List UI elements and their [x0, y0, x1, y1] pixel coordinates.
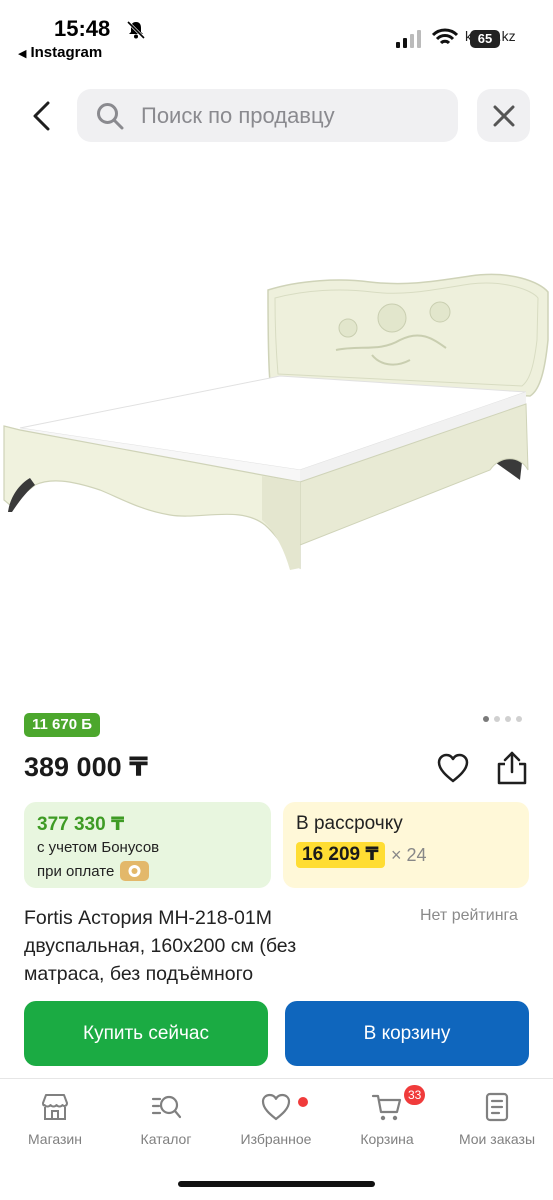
back-to-app-link[interactable]: ◀ Instagram	[18, 44, 102, 61]
back-button[interactable]	[22, 94, 62, 138]
catalog-search-icon	[151, 1095, 182, 1119]
search-icon	[97, 102, 124, 129]
cart-count-badge: 33	[404, 1085, 426, 1105]
close-icon	[493, 105, 514, 126]
nav-label: Магазин	[27, 1131, 82, 1147]
product-image-bed[interactable]	[0, 270, 553, 590]
wifi-icon	[432, 28, 458, 45]
gallery-dot[interactable]	[505, 716, 511, 722]
close-button[interactable]	[477, 89, 530, 142]
signal-icon	[396, 30, 421, 48]
bonus-caption-line2: при оплате	[37, 861, 150, 881]
cart-icon	[371, 1094, 402, 1121]
nav-item-orders[interactable]: Мои заказы	[447, 1091, 547, 1147]
product-rating[interactable]: Нет рейтинга	[420, 907, 518, 925]
bonus-caption-line1: с учетом Бонусов	[37, 839, 160, 856]
favorites-notification-dot	[298, 1097, 308, 1107]
nav-item-catalog[interactable]: Каталог	[116, 1091, 216, 1147]
search-input[interactable]: Поиск по продавцу	[77, 89, 458, 142]
nav-label: Избранное	[240, 1131, 312, 1147]
installment-title: В рассрочку	[296, 813, 403, 834]
heart-icon	[261, 1093, 291, 1121]
back-app-label: Instagram	[30, 44, 103, 61]
nav-label: Каталог	[140, 1131, 192, 1147]
add-to-cart-button[interactable]: В корзину	[285, 1001, 529, 1066]
gallery-pagination[interactable]	[483, 716, 522, 722]
bonus-badge: 11 670 Б	[24, 713, 100, 737]
favorite-heart-icon[interactable]	[436, 752, 470, 784]
nav-label: Корзина	[360, 1131, 414, 1147]
battery-indicator: 65	[470, 30, 500, 48]
gallery-dot-active[interactable]	[483, 716, 489, 722]
installment-term: × 24	[391, 845, 427, 865]
bonus-caption-text: при оплате	[37, 862, 115, 880]
nav-item-store[interactable]: Магазин	[5, 1091, 105, 1147]
installment-amount: 16 209 ₸	[296, 842, 385, 868]
bell-muted-icon	[126, 20, 146, 40]
orders-icon	[485, 1092, 509, 1122]
bonus-price: 377 330 ₸	[37, 814, 125, 835]
buy-now-button[interactable]: Купить сейчас	[24, 1001, 268, 1066]
gallery-dot[interactable]	[494, 716, 500, 722]
installment-card[interactable]: В рассрочку 16 209 ₸ × 24	[283, 802, 529, 888]
product-price: 389 000 ₸	[24, 752, 148, 782]
chevron-left-icon	[33, 101, 50, 131]
bonus-price-card[interactable]: 377 330 ₸ с учетом Бонусов при оплате	[24, 802, 271, 888]
kaspi-gold-icon	[120, 861, 150, 881]
nav-item-cart[interactable]: 33 Корзина	[337, 1085, 437, 1147]
nav-label: Мои заказы	[458, 1131, 536, 1147]
store-icon	[42, 1094, 68, 1120]
nav-item-favorites[interactable]: Избранное	[226, 1091, 326, 1147]
gallery-dot[interactable]	[516, 716, 522, 722]
status-time: 15:48	[54, 16, 111, 41]
product-title: Fortis Астория МН-218-01М двуспальная, 1…	[24, 907, 297, 985]
search-placeholder: Поиск по продавцу	[141, 102, 335, 128]
status-bar: 15:48 ◀Instagram kaspi.kz 65	[0, 0, 553, 66]
home-indicator[interactable]	[178, 1181, 375, 1187]
share-icon[interactable]	[495, 750, 529, 786]
